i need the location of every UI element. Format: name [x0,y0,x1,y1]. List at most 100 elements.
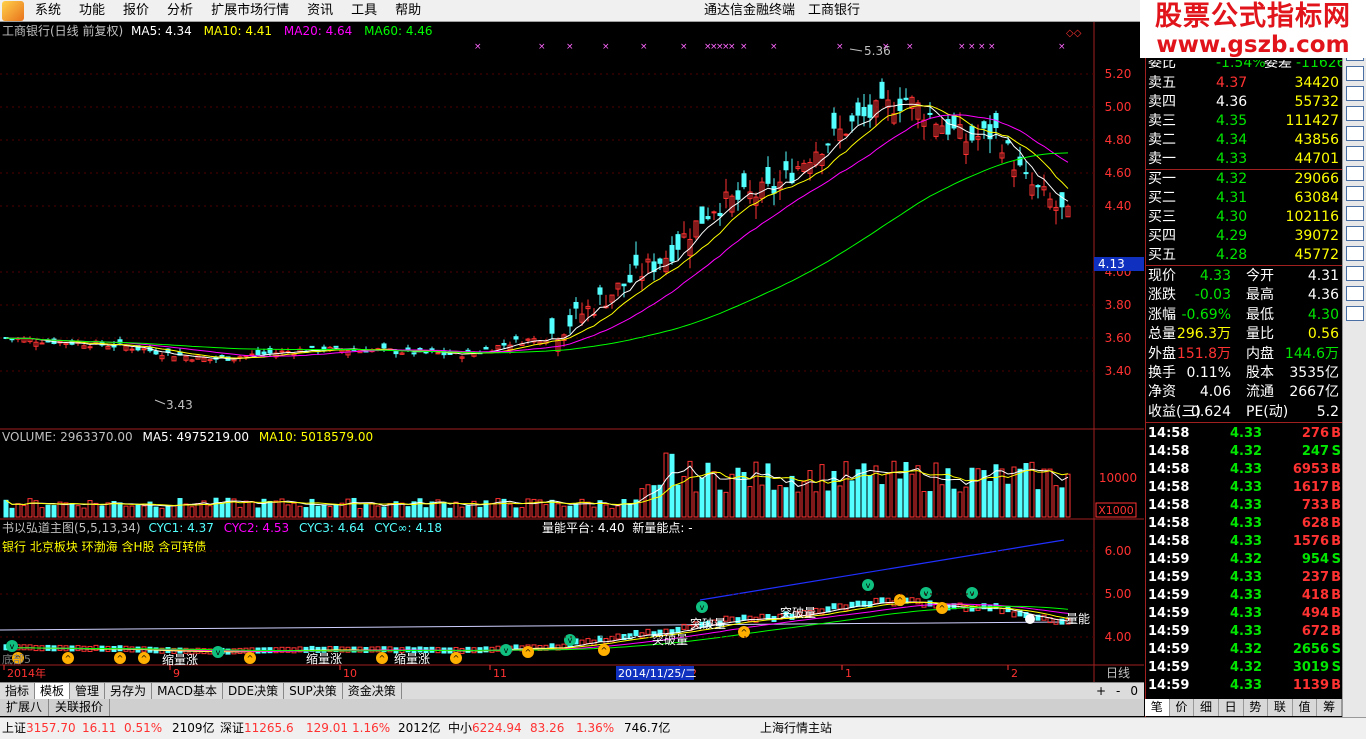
quote-tab[interactable]: 日 [1219,699,1244,716]
stat-row: 净资 4.06 流通 2667亿 [1146,383,1343,402]
candle-body [261,351,267,355]
tab-dde[interactable]: DDE决策 [223,683,285,699]
quote-tab[interactable]: 筹 [1317,699,1342,716]
x-marker: × [602,42,610,52]
sell-row: 卖五 4.37 34420 [1146,74,1343,93]
volume-bar [843,461,849,518]
quote-tab[interactable]: 价 [1170,699,1195,716]
zx-index[interactable]: 6224.94 [472,718,522,739]
macd-icon[interactable] [1346,126,1364,141]
server-name[interactable]: 上海行情主站 [760,718,832,739]
x-marker: × [566,42,574,52]
tab-fund[interactable]: 资金决策 [343,683,402,699]
volume-bar [249,501,255,518]
menu-tools[interactable]: 工具 [342,0,386,22]
stat-value: -0.03 [1194,287,1231,304]
kdj-icon[interactable] [1346,166,1364,181]
tab-template[interactable]: 模板 [35,683,71,699]
menu-info[interactable]: 资讯 [298,0,342,22]
watermark-title: 股票公式指标网 [1155,1,1351,32]
buy-label: 买二 [1148,190,1176,206]
up-signal-glyph: ^ [141,654,148,663]
volume-bar [939,484,945,518]
commission-value: -1.54% [1216,60,1266,71]
tick-price: 4.33 [1230,624,1263,639]
tick-time: 14:58 [1148,480,1190,495]
stat-label: 现价 [1148,268,1176,284]
candle-body [411,352,417,355]
zoom-in-button[interactable]: + [1096,683,1106,699]
tab-macd[interactable]: MACD基本 [152,683,224,699]
menu-help[interactable]: 帮助 [386,0,430,22]
candle-body [513,336,519,340]
menu-analysis[interactable]: 分析 [158,0,202,22]
quote-tab[interactable]: 笔 [1145,699,1170,716]
zoom-reset-button[interactable]: 0 [1130,683,1138,699]
kline-svg[interactable]: 工商银行(日线 前复权) MA5: 4.34 MA10: 4.41 MA20: … [0,22,1144,682]
tab-related-quote[interactable]: 关联报价 [49,699,111,716]
tick-volume: 1139 [1292,678,1329,693]
period-label[interactable]: 日线 [1106,666,1130,680]
tick-direction: B [1331,516,1341,531]
chart-area[interactable]: 工商银行(日线 前复权) MA5: 4.34 MA10: 4.41 MA20: … [0,22,1144,682]
tick-volume: 237 [1301,570,1329,585]
volume-bar [525,498,531,518]
volume-bar [123,505,129,518]
volume-bar [219,503,225,518]
volume-bar [771,489,777,518]
quote-tabs: 笔价细日势联值筹 [1145,699,1342,716]
k-icon[interactable] [1346,86,1364,101]
menu-ext-market[interactable]: 扩展市场行情 [202,0,298,22]
up-signal-glyph: ^ [939,604,946,613]
tick-price: 4.32 [1230,552,1263,567]
diamond-icon[interactable]: ◇◇ [1066,28,1082,39]
tick-price: 4.33 [1230,516,1263,531]
sz-index[interactable]: 11265.6 [244,718,294,739]
tab-save-as[interactable]: 另存为 [105,683,153,699]
tab-indicator[interactable]: 指标 [0,683,36,699]
tick-row: 14:59 4.32 954 S [1146,551,1343,569]
quote-tab[interactable]: 细 [1194,699,1219,716]
bottom-cut-label: 底部5 [2,652,31,666]
tab-ext8[interactable]: 扩展八 [0,699,50,716]
stat-row: 收益(三) 0.624 PE(动) 5.2 [1146,403,1343,422]
menu-system[interactable]: 系统 [26,0,70,22]
volume-bar [759,484,765,518]
tab-sup[interactable]: SUP决策 [284,683,343,699]
wr-icon[interactable] [1346,226,1364,241]
cci-icon[interactable] [1346,206,1364,221]
sell-label: 卖二 [1148,132,1176,148]
stat-value-2: 4.31 [1307,268,1339,284]
arrow-icon[interactable] [1346,286,1364,301]
candle-body [657,258,663,264]
menu-quote[interactable]: 报价 [114,0,158,22]
sudden-vol-label-2: 突破量 [690,616,726,631]
grid-icon[interactable] [1346,306,1364,321]
dma-icon[interactable] [1346,246,1364,261]
tick-volume: 672 [1301,624,1329,639]
quote-tab[interactable]: 值 [1293,699,1318,716]
volume-bar [255,507,261,518]
stat-label: 涨幅 [1148,306,1176,323]
bar-icon[interactable] [1346,66,1364,81]
quote-tab[interactable]: 联 [1268,699,1293,716]
rsi-icon[interactable] [1346,106,1364,121]
tick-price: 4.32 [1230,444,1263,459]
candle-body [153,350,159,355]
volume-bar [303,507,309,518]
zoom-out-button[interactable]: - [1116,683,1120,699]
tab-manage[interactable]: 管理 [70,683,106,699]
menu-function[interactable]: 功能 [70,0,114,22]
obv-icon[interactable] [1346,266,1364,281]
tick-volume: 6953 [1292,462,1329,477]
sh-index[interactable]: 3157.70 [26,718,76,739]
quote-tab[interactable]: 势 [1244,699,1269,716]
up-signal-glyph: ^ [65,654,72,663]
volume-bar [105,502,111,518]
x-marker: × [968,42,976,52]
tick-volume: 628 [1301,516,1329,531]
boll-icon[interactable] [1346,186,1364,201]
commission-diff-label: 委差 [1264,60,1292,71]
tick-price: 4.32 [1230,642,1263,657]
vol-icon[interactable] [1346,146,1364,161]
